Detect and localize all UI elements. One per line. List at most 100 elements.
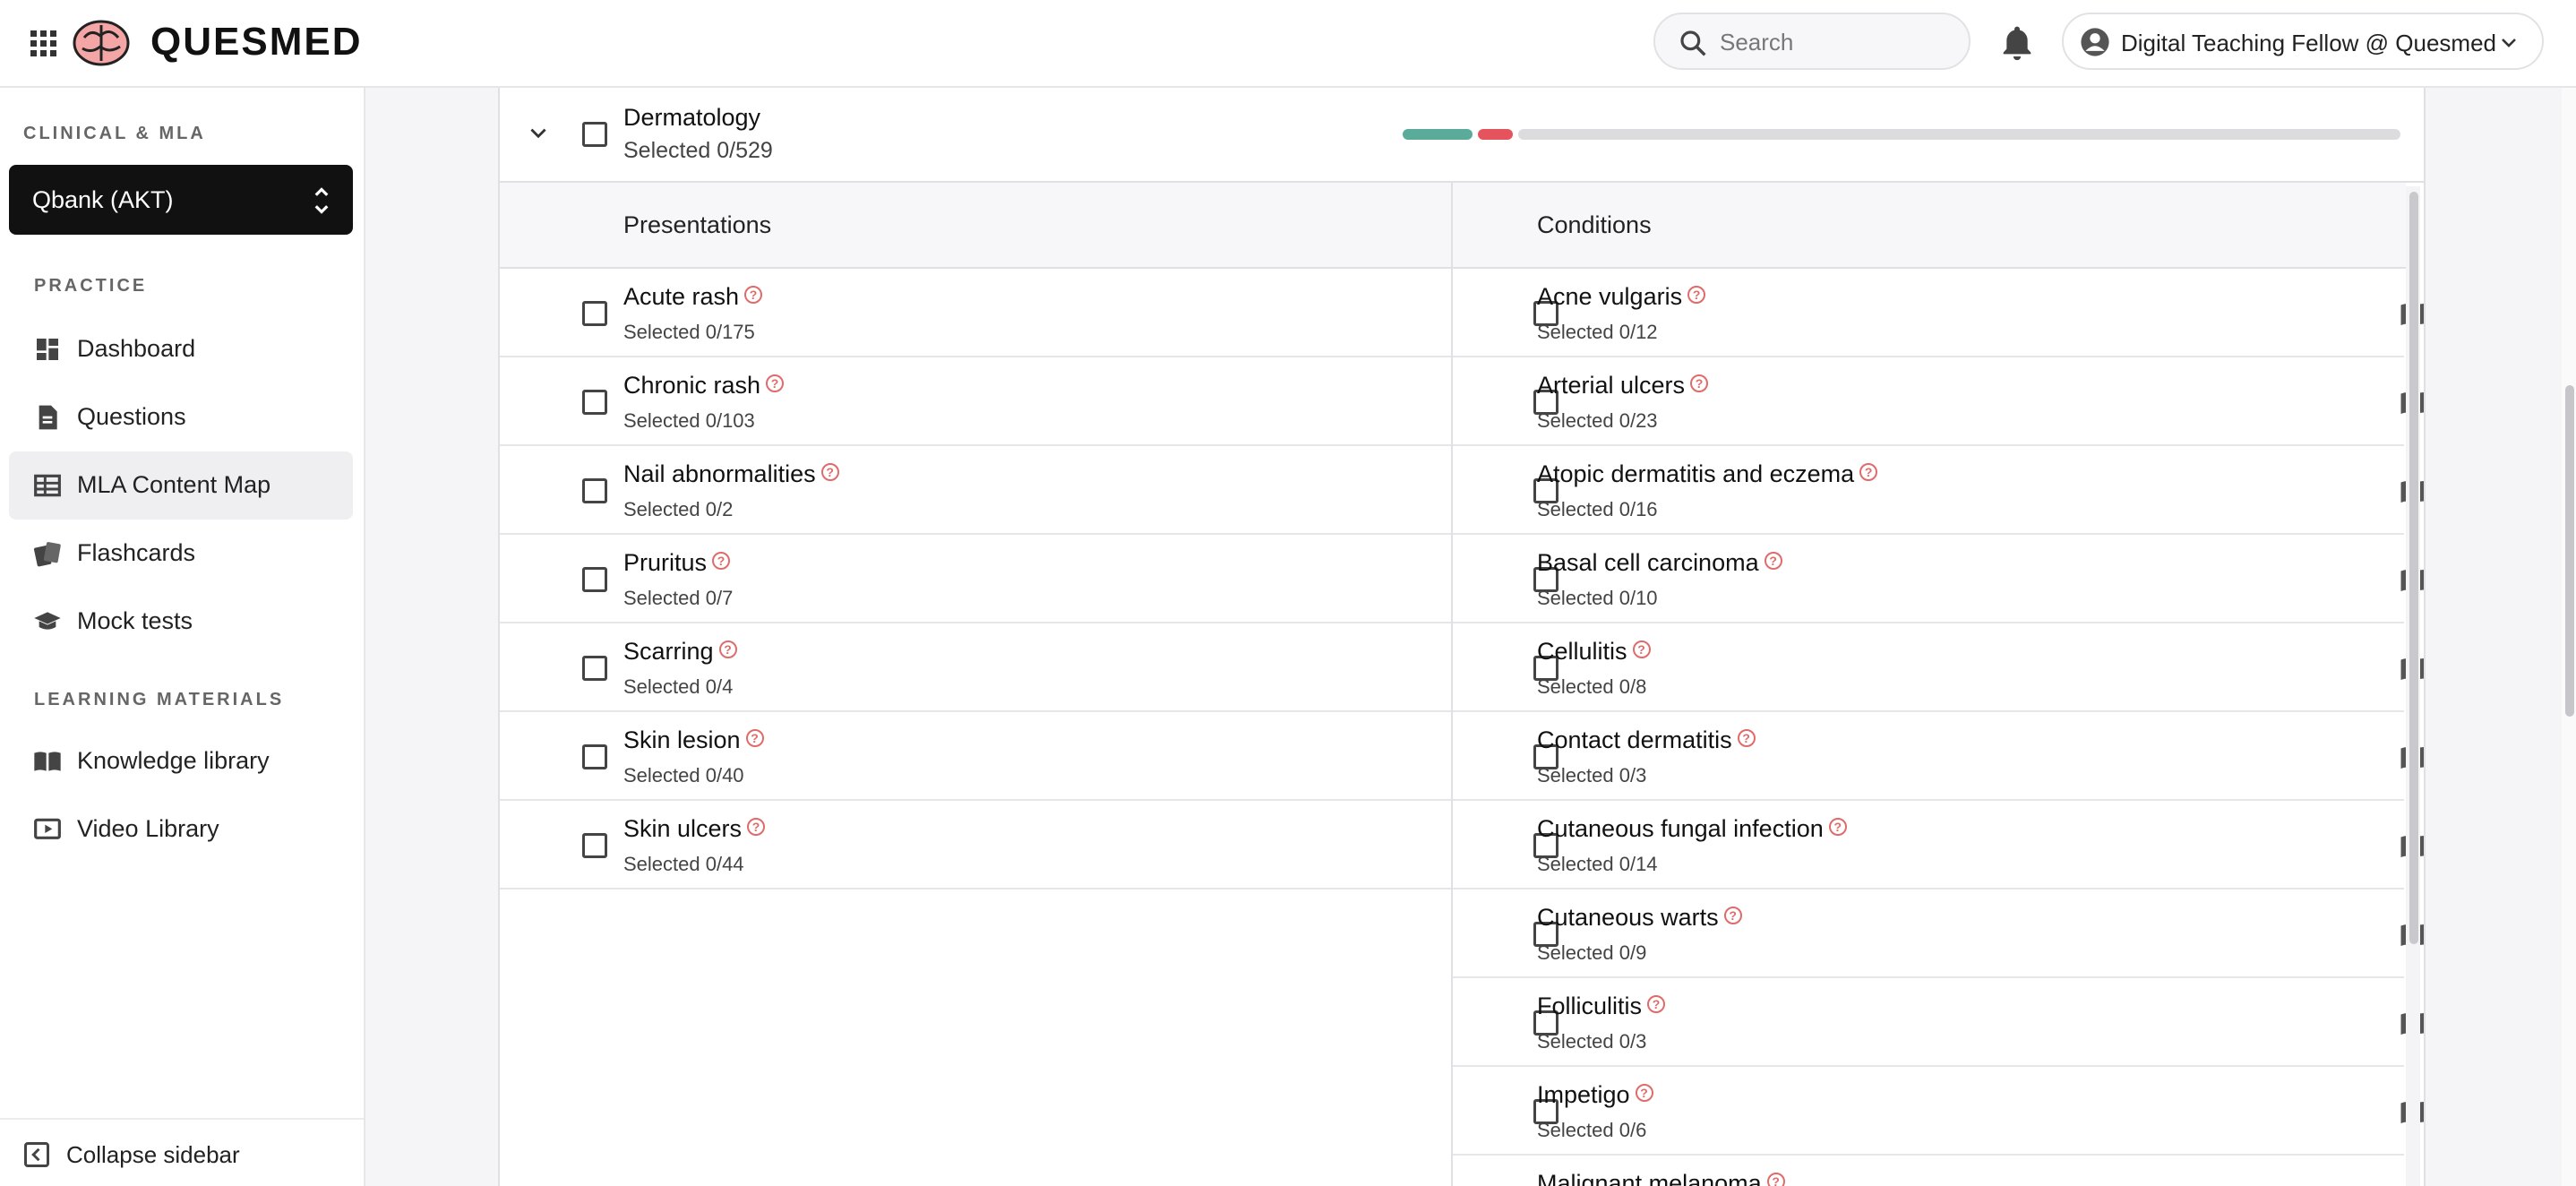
- sidebar-item-mock-tests[interactable]: Mock tests: [9, 588, 353, 656]
- row-selected-count: Selected 0/23: [1537, 409, 1658, 432]
- collapse-sidebar-button[interactable]: Collapse sidebar: [0, 1118, 364, 1186]
- search-input[interactable]: [1720, 23, 1953, 61]
- notification-bell-icon[interactable]: [1999, 23, 2035, 63]
- chevron-down-icon[interactable]: [527, 124, 550, 143]
- sidebar-item-knowledge-library[interactable]: Knowledge library: [9, 727, 353, 795]
- list-scrollbar-thumb[interactable]: [2409, 192, 2418, 944]
- row-checkbox[interactable]: [582, 478, 607, 503]
- row-title: Basal cell carcinoma?: [1537, 549, 1782, 577]
- row-title-text: Cutaneous warts: [1537, 904, 1719, 931]
- sidebar-item-dashboard[interactable]: Dashboard: [9, 315, 353, 383]
- presentations-row-scarring[interactable]: Scarring? Selected 0/4: [500, 623, 1451, 712]
- help-icon[interactable]: ?: [1635, 1084, 1653, 1102]
- presentations-row-acute-rash[interactable]: Acute rash? Selected 0/175: [500, 269, 1451, 357]
- conditions-column-header: Conditions: [1453, 183, 2406, 269]
- row-selected-count: Selected 0/40: [623, 764, 744, 786]
- row-checkbox[interactable]: [582, 390, 607, 415]
- brain-logo-icon[interactable]: [72, 18, 131, 68]
- conditions-row-impetigo[interactable]: Impetigo? Selected 0/6: [1453, 1067, 2424, 1156]
- help-icon[interactable]: ?: [1647, 995, 1666, 1013]
- conditions-row-atopic-dermatitis-and-eczema[interactable]: Atopic dermatitis and eczema? Selected 0/…: [1453, 446, 2424, 535]
- conditions-row-acne-vulgaris[interactable]: Acne vulgaris? Selected 0/12: [1453, 269, 2424, 357]
- brand-name[interactable]: QUESMED: [150, 20, 362, 64]
- account-menu[interactable]: Digital Teaching Fellow @ Quesmed: [2062, 13, 2544, 70]
- help-icon[interactable]: ?: [744, 286, 763, 304]
- row-title: Cutaneous warts?: [1537, 904, 1742, 932]
- conditions-row-contact-dermatitis[interactable]: Contact dermatitis? Selected 0/3: [1453, 712, 2424, 801]
- up-down-chevron-icon: [314, 187, 329, 214]
- row-title-text: Pruritus: [623, 549, 708, 576]
- page-scrollbar-thumb[interactable]: [2565, 385, 2574, 717]
- conditions-row-cutaneous-fungal-infection[interactable]: Cutaneous fungal infection? Selected 0/14: [1453, 801, 2424, 890]
- row-title: Folliculitis?: [1537, 993, 1666, 1020]
- presentations-row-skin-lesion[interactable]: Skin lesion? Selected 0/40: [500, 712, 1451, 801]
- row-checkbox[interactable]: [582, 833, 607, 858]
- row-checkbox[interactable]: [582, 567, 607, 592]
- row-title: Malignant melanoma?: [1537, 1170, 1785, 1186]
- help-icon[interactable]: ?: [820, 463, 839, 481]
- row-title: Nail abnormalities?: [623, 460, 839, 488]
- video-icon: [34, 818, 61, 839]
- sidebar-item-mla-content-map[interactable]: MLA Content Map: [9, 451, 353, 520]
- row-title-text: Chronic rash: [623, 372, 761, 399]
- row-selected-count: Selected 0/14: [1537, 853, 1658, 875]
- search-box[interactable]: [1653, 13, 1971, 70]
- help-icon[interactable]: ?: [1723, 907, 1742, 924]
- help-icon[interactable]: ?: [745, 729, 764, 747]
- dermatology-checkbox[interactable]: [582, 122, 607, 147]
- conditions-row-arterial-ulcers[interactable]: Arterial ulcers? Selected 0/23: [1453, 357, 2424, 446]
- sidebar-item-questions[interactable]: Questions: [9, 383, 353, 451]
- help-icon[interactable]: ?: [1690, 374, 1709, 392]
- presentations-row-pruritus[interactable]: Pruritus? Selected 0/7: [500, 535, 1451, 623]
- collapse-sidebar-label: Collapse sidebar: [66, 1141, 240, 1168]
- conditions-row-malignant-melanoma[interactable]: Malignant melanoma?: [1453, 1156, 2404, 1186]
- row-title-text: Atopic dermatitis and eczema: [1537, 460, 1855, 487]
- row-title: Acute rash?: [623, 283, 763, 311]
- help-icon[interactable]: ?: [1859, 463, 1878, 481]
- help-icon[interactable]: ?: [712, 552, 731, 570]
- sidebar-item-label: Video Library: [77, 815, 219, 842]
- row-selected-count: Selected 0/10: [1537, 587, 1658, 609]
- row-selected-count: Selected 0/12: [1537, 321, 1658, 343]
- row-title: Chronic rash?: [623, 372, 785, 400]
- presentations-header-label: Presentations: [623, 211, 772, 238]
- conditions-row-basal-cell-carcinoma[interactable]: Basal cell carcinoma? Selected 0/10: [1453, 535, 2424, 623]
- row-title-text: Arterial ulcers: [1537, 372, 1686, 399]
- help-icon[interactable]: ?: [1632, 640, 1651, 658]
- sidebar-item-video-library[interactable]: Video Library: [9, 795, 353, 864]
- presentations-row-chronic-rash[interactable]: Chronic rash? Selected 0/103: [500, 357, 1451, 446]
- row-checkbox[interactable]: [582, 301, 607, 326]
- row-selected-count: Selected 0/175: [623, 321, 755, 343]
- row-title-text: Impetigo: [1537, 1081, 1630, 1108]
- qbank-selector[interactable]: Qbank (AKT): [9, 165, 353, 235]
- help-icon[interactable]: ?: [766, 374, 785, 392]
- row-title-text: Basal cell carcinoma: [1537, 549, 1759, 576]
- presentations-row-nail-abnormalities[interactable]: Nail abnormalities? Selected 0/2: [500, 446, 1451, 535]
- row-title-text: Folliculitis: [1537, 993, 1643, 1019]
- dermatology-accordion-header[interactable]: Dermatology Selected 0/529: [500, 88, 2424, 183]
- apps-grid-icon[interactable]: [30, 30, 57, 57]
- document-icon: [39, 405, 57, 430]
- conditions-row-cellulitis[interactable]: Cellulitis? Selected 0/8: [1453, 623, 2424, 712]
- row-selected-count: Selected 0/8: [1537, 675, 1647, 698]
- row-checkbox[interactable]: [582, 744, 607, 769]
- help-icon[interactable]: ?: [1737, 729, 1756, 747]
- progress-remaining-segment: [1518, 129, 2400, 140]
- conditions-row-cutaneous-warts[interactable]: Cutaneous warts? Selected 0/9: [1453, 890, 2424, 978]
- presentations-row-skin-ulcers[interactable]: Skin ulcers? Selected 0/44: [500, 801, 1451, 890]
- help-icon[interactable]: ?: [747, 818, 766, 836]
- help-icon[interactable]: ?: [1764, 552, 1782, 570]
- section-label-learning: LEARNING MATERIALS: [34, 690, 285, 709]
- row-selected-count: Selected 0/16: [1537, 498, 1658, 520]
- row-title-text: Skin ulcers: [623, 815, 743, 842]
- help-icon[interactable]: ?: [1766, 1173, 1785, 1186]
- sidebar-item-flashcards[interactable]: Flashcards: [9, 520, 353, 588]
- conditions-row-folliculitis[interactable]: Folliculitis? Selected 0/3: [1453, 978, 2424, 1067]
- row-checkbox[interactable]: [582, 656, 607, 681]
- help-icon[interactable]: ?: [1687, 286, 1706, 304]
- row-title-text: Contact dermatitis: [1537, 726, 1732, 753]
- progress-incorrect-segment: [1478, 129, 1513, 140]
- help-icon[interactable]: ?: [1828, 818, 1847, 836]
- table-icon: [34, 474, 61, 497]
- help-icon[interactable]: ?: [718, 640, 737, 658]
